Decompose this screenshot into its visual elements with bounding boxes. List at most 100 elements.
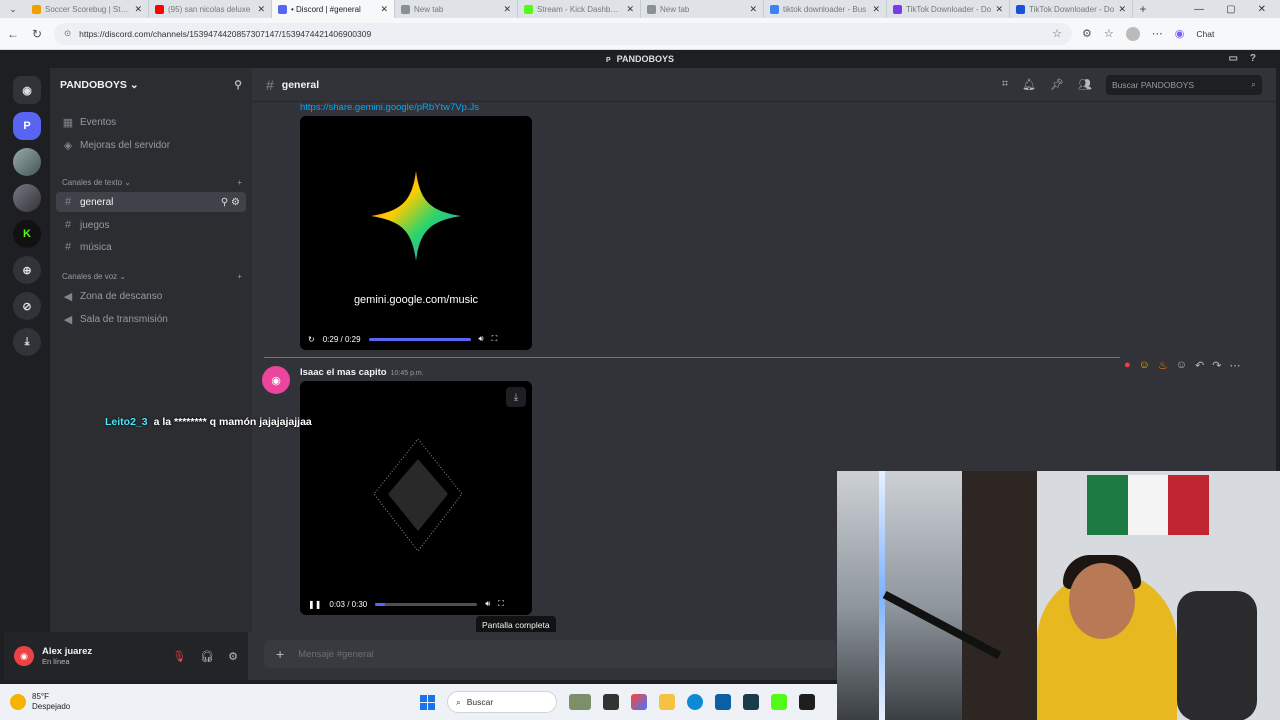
message-author[interactable]: Isaac el mas capito: [300, 367, 387, 378]
message-composer[interactable]: + Mensaje #general: [264, 640, 836, 668]
add-reaction-icon[interactable]: ☺: [1176, 359, 1187, 372]
download-icon[interactable]: ⤓: [13, 328, 41, 356]
threads-icon[interactable]: ⌗: [1002, 78, 1008, 91]
attach-plus-icon[interactable]: +: [276, 646, 284, 662]
close-tab-icon[interactable]: ✕: [257, 4, 265, 15]
sidebar-item-events[interactable]: ▦ Eventos: [56, 112, 246, 132]
forward-icon[interactable]: ↷: [1212, 359, 1221, 372]
notification-bell-icon[interactable]: 🔔︎: [1022, 78, 1036, 91]
voice-channel-sala[interactable]: ◀ Sala de transmisión: [56, 309, 246, 329]
reload-icon[interactable]: ↻: [30, 27, 44, 41]
reaction-emoji-icon[interactable]: ☺: [1139, 359, 1150, 372]
explore-icon[interactable]: ⊘: [13, 292, 41, 320]
avatar[interactable]: ◉: [262, 366, 290, 394]
volume-icon[interactable]: 🔊︎: [485, 599, 490, 609]
video-progress-slider[interactable]: [375, 602, 478, 606]
settings-icon[interactable]: ⚙: [231, 197, 240, 208]
url-field[interactable]: ⊙ https://discord.com/channels/153947442…: [54, 22, 1072, 45]
server-icon-pandoboys[interactable]: P: [13, 112, 41, 140]
extensions-icon[interactable]: ⚙: [1082, 27, 1092, 40]
reaction-emoji-icon[interactable]: ●: [1124, 359, 1131, 372]
start-menu-icon[interactable]: [420, 694, 435, 710]
browser-tab[interactable]: (95) san nicolas deluxe ✕: [149, 0, 272, 18]
chat-button[interactable]: Chat: [1196, 29, 1214, 39]
create-channel-icon[interactable]: +: [237, 178, 242, 187]
channel-juegos[interactable]: # juegos: [56, 215, 246, 235]
taskbar-app-icon[interactable]: [743, 694, 759, 710]
kick-app-icon[interactable]: [771, 694, 787, 710]
minimize-icon[interactable]: —: [1194, 4, 1204, 15]
browser-tab[interactable]: TikTok Downloader - Do ✕: [1010, 0, 1133, 18]
mic-muted-icon[interactable]: 🎙︎: [172, 650, 186, 663]
browser-tab[interactable]: • Discord | #general ✕: [272, 0, 395, 18]
close-tab-icon[interactable]: ✕: [626, 4, 634, 15]
close-tab-icon[interactable]: ✕: [749, 4, 757, 15]
favorites-icon[interactable]: ☆: [1104, 27, 1114, 40]
close-tab-icon[interactable]: ✕: [134, 4, 142, 15]
profile-icon[interactable]: [1125, 26, 1140, 41]
message-link[interactable]: https://share.gemini.google/pRbYtw7Vp.Js: [300, 102, 479, 113]
kick-server-icon[interactable]: K: [13, 220, 41, 248]
add-server-icon[interactable]: ⊕: [13, 256, 41, 284]
close-icon[interactable]: ✕: [1258, 4, 1266, 15]
taskbar-search[interactable]: ⌕ Buscar: [447, 691, 557, 713]
category-voice-channels[interactable]: Canales de voz ⌄ +: [62, 272, 242, 281]
pause-icon[interactable]: ❚❚: [308, 600, 321, 609]
member-list-icon[interactable]: 👥︎: [1078, 78, 1092, 91]
favorite-star-icon[interactable]: ☆: [1052, 27, 1062, 40]
back-icon[interactable]: ←: [6, 27, 20, 41]
browser-tab[interactable]: New tab ✕: [641, 0, 764, 18]
server-icon-image[interactable]: [13, 148, 41, 176]
tab-actions-icon[interactable]: ⌄: [0, 4, 26, 15]
replay-icon[interactable]: ↻: [308, 335, 315, 344]
invite-people-icon[interactable]: ⚲: [234, 79, 242, 91]
close-tab-icon[interactable]: ✕: [1118, 4, 1126, 15]
browser-tab[interactable]: Stream - Kick Dashboard ✕: [518, 0, 641, 18]
server-icon-image[interactable]: [13, 184, 41, 212]
close-tab-icon[interactable]: ✕: [995, 4, 1003, 15]
discord-home-icon[interactable]: ◉: [13, 76, 41, 104]
site-info-icon[interactable]: ⊙: [64, 28, 71, 39]
reply-icon[interactable]: ↶: [1195, 359, 1204, 372]
reaction-fire-icon[interactable]: ♨: [1158, 359, 1168, 372]
voice-channel-zona[interactable]: ◀ Zona de descanso: [56, 286, 246, 306]
taskbar-app-icon[interactable]: [799, 694, 815, 710]
close-tab-icon[interactable]: ✕: [380, 4, 388, 15]
inbox-icon[interactable]: ▭: [1228, 53, 1249, 64]
create-channel-icon[interactable]: +: [237, 272, 242, 281]
browser-tab[interactable]: TikTok Downloader - Do ✕: [887, 0, 1010, 18]
close-tab-icon[interactable]: ✕: [503, 4, 511, 15]
video-player-2[interactable]: ⤓ ❚❚ 0:03 / 0:30 🔊︎ ⛶: [300, 381, 532, 615]
category-text-channels[interactable]: Canales de texto ⌄ +: [62, 178, 242, 187]
channel-general[interactable]: # general ⚲ ⚙: [56, 192, 246, 212]
browser-tab[interactable]: tiktok downloader - Bus ✕: [764, 0, 887, 18]
search-input[interactable]: Buscar PANDOBOYS ⌕: [1106, 74, 1262, 95]
volume-icon[interactable]: 🔊︎: [479, 334, 484, 344]
fullscreen-icon[interactable]: ⛶: [498, 599, 504, 609]
store-app-icon[interactable]: [715, 694, 731, 710]
more-menu-icon[interactable]: ⋯: [1152, 27, 1163, 40]
sidebar-item-boosts[interactable]: ◈ Mejoras del servidor: [56, 135, 246, 155]
file-explorer-icon[interactable]: [659, 694, 675, 710]
more-options-icon[interactable]: ⋯: [1229, 359, 1240, 372]
copilot-icon[interactable]: ◉: [1175, 27, 1185, 40]
browser-tab[interactable]: Soccer Scorebug | Stand ✕: [26, 0, 149, 18]
pin-icon[interactable]: 📌︎: [1050, 78, 1064, 91]
fullscreen-icon[interactable]: ⛶: [492, 334, 498, 344]
close-tab-icon[interactable]: ✕: [872, 4, 880, 15]
edge-browser-icon[interactable]: [687, 694, 703, 710]
help-icon[interactable]: ?: [1250, 53, 1268, 64]
channel-musica[interactable]: # música: [56, 237, 246, 257]
browser-tab[interactable]: New tab ✕: [395, 0, 518, 18]
invite-icon[interactable]: ⚲: [221, 197, 228, 208]
avatar[interactable]: ◉: [14, 646, 34, 666]
taskbar-app-icon[interactable]: [603, 694, 619, 710]
copilot-app-icon[interactable]: [631, 694, 647, 710]
maximize-icon[interactable]: ▢: [1226, 4, 1235, 15]
headphones-icon[interactable]: 🎧︎: [200, 650, 214, 663]
server-header[interactable]: PANDOBOYS ⌄ ⚲: [50, 68, 252, 102]
weather-widget[interactable]: 85°F Despejado: [0, 692, 420, 712]
settings-gear-icon[interactable]: ⚙: [228, 650, 238, 663]
video-player-1[interactable]: gemini.google.com/music ↻ 0:29 / 0:29 🔊︎…: [300, 116, 532, 350]
video-progress-slider[interactable]: [368, 337, 471, 341]
